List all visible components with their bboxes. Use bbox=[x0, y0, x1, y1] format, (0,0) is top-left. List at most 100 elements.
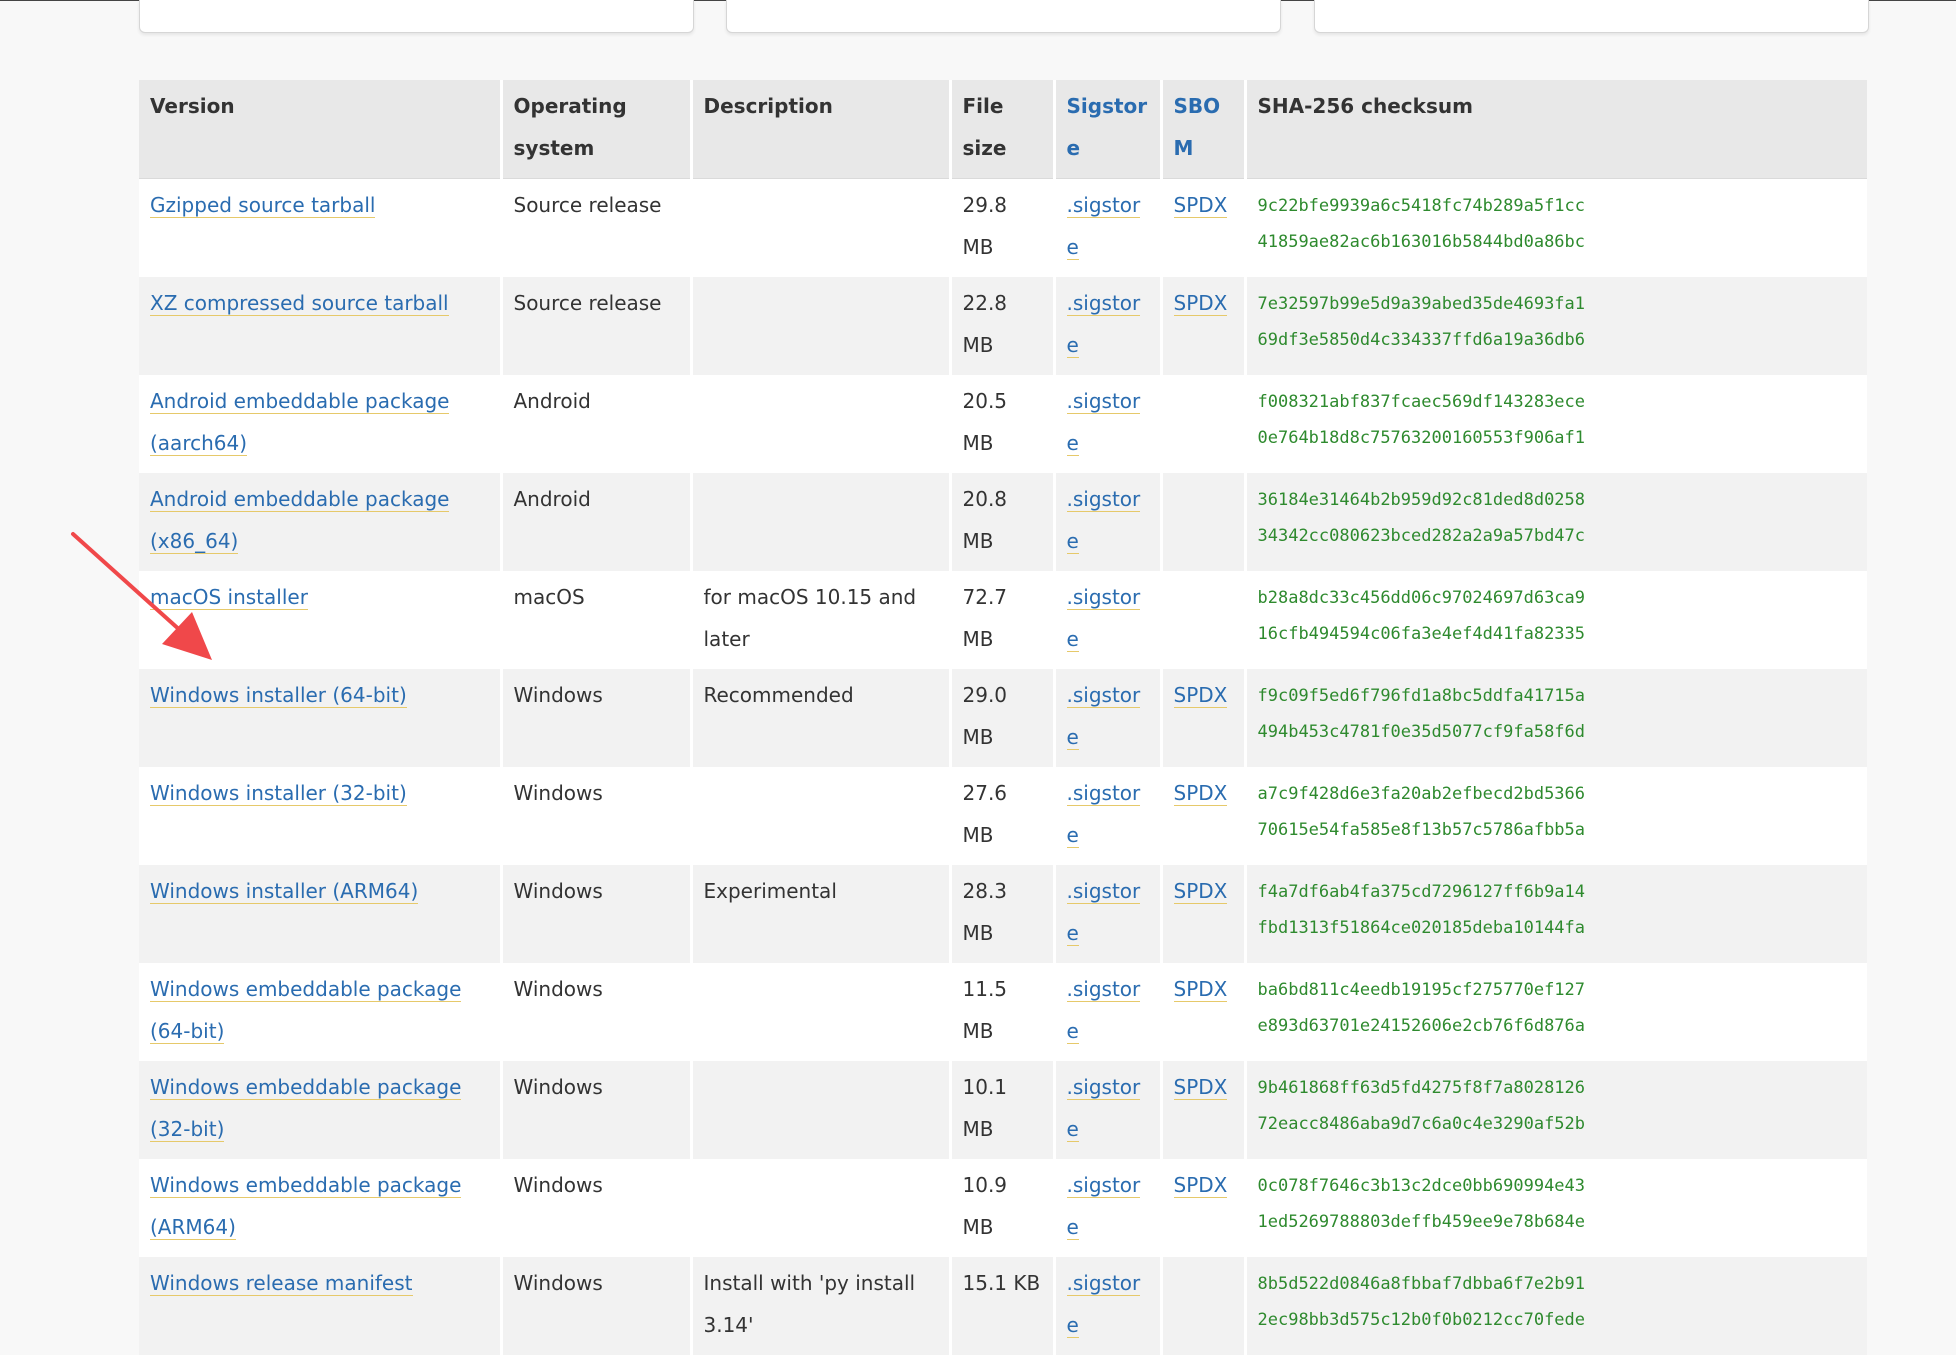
download-link[interactable]: Windows installer (ARM64) bbox=[150, 879, 418, 904]
checksum-line-1: f008321abf837fcaec569df143283ece bbox=[1258, 384, 1857, 420]
file-size-cell: 29.0 MB bbox=[950, 669, 1054, 767]
downloads-table: Version Operating system Description Fil… bbox=[139, 80, 1867, 1355]
os-cell: Windows bbox=[501, 1159, 691, 1257]
sigstore-link[interactable]: .sigstore bbox=[1067, 389, 1141, 456]
annotation-arrow-shaft bbox=[73, 534, 182, 632]
header-sigstore-link[interactable]: Sigstore bbox=[1067, 94, 1148, 160]
table-row: Android embeddable package (aarch64) And… bbox=[139, 375, 1867, 473]
table-header-row: Version Operating system Description Fil… bbox=[139, 80, 1867, 179]
checksum-line-1: ba6bd811c4eedb19195cf275770ef127 bbox=[1258, 972, 1857, 1008]
spdx-link[interactable]: SPDX bbox=[1174, 977, 1228, 1002]
file-size-cell: 11.5 MB bbox=[950, 963, 1054, 1061]
os-cell: Windows bbox=[501, 1257, 691, 1355]
download-link[interactable]: Android embeddable package (aarch64) bbox=[150, 389, 449, 456]
checksum-cell: 8b5d522d0846a8fbbaf7dbba6f7e2b912ec98bb3… bbox=[1245, 1257, 1867, 1355]
spdx-link[interactable]: SPDX bbox=[1174, 291, 1228, 316]
sbom-cell bbox=[1161, 571, 1245, 669]
sbom-cell: SPDX bbox=[1161, 1159, 1245, 1257]
sigstore-cell: .sigstore bbox=[1054, 375, 1161, 473]
download-link[interactable]: Gzipped source tarball bbox=[150, 193, 375, 218]
table-row: Windows installer (64-bit) Windows Recom… bbox=[139, 669, 1867, 767]
sbom-cell: SPDX bbox=[1161, 179, 1245, 278]
sigstore-link[interactable]: .sigstore bbox=[1067, 193, 1141, 260]
sigstore-cell: .sigstore bbox=[1054, 473, 1161, 571]
sigstore-cell: .sigstore bbox=[1054, 669, 1161, 767]
spdx-link[interactable]: SPDX bbox=[1174, 1173, 1228, 1198]
os-cell: Android bbox=[501, 375, 691, 473]
download-link[interactable]: XZ compressed source tarball bbox=[150, 291, 449, 316]
download-link[interactable]: Windows embeddable package (32-bit) bbox=[150, 1075, 461, 1142]
os-cell: Windows bbox=[501, 767, 691, 865]
checksum-line-1: f4a7df6ab4fa375cd7296127ff6b9a14 bbox=[1258, 874, 1857, 910]
sbom-cell bbox=[1161, 1257, 1245, 1355]
sigstore-cell: .sigstore bbox=[1054, 963, 1161, 1061]
sigstore-link[interactable]: .sigstore bbox=[1067, 977, 1141, 1044]
version-cell: Windows embeddable package (32-bit) bbox=[139, 1061, 501, 1159]
sbom-cell: SPDX bbox=[1161, 963, 1245, 1061]
table-row: Android embeddable package (x86_64) Andr… bbox=[139, 473, 1867, 571]
os-cell: Source release bbox=[501, 179, 691, 278]
checksum-cell: f9c09f5ed6f796fd1a8bc5ddfa41715a494b453c… bbox=[1245, 669, 1867, 767]
checksum-line-2: 2ec98bb3d575c12b0f0b0212cc70fede bbox=[1258, 1302, 1857, 1338]
sigstore-link[interactable]: .sigstore bbox=[1067, 1271, 1141, 1338]
table-row: XZ compressed source tarball Source rele… bbox=[139, 277, 1867, 375]
checksum-line-1: 9c22bfe9939a6c5418fc74b289a5f1cc bbox=[1258, 188, 1857, 224]
spdx-link[interactable]: SPDX bbox=[1174, 1075, 1228, 1100]
description-cell bbox=[691, 473, 950, 571]
checksum-line-1: 8b5d522d0846a8fbbaf7dbba6f7e2b91 bbox=[1258, 1266, 1857, 1302]
table-row: Windows embeddable package (64-bit) Wind… bbox=[139, 963, 1867, 1061]
description-cell: Install with 'py install 3.14' bbox=[691, 1257, 950, 1355]
sbom-cell: SPDX bbox=[1161, 669, 1245, 767]
spdx-link[interactable]: SPDX bbox=[1174, 781, 1228, 806]
spdx-link[interactable]: SPDX bbox=[1174, 683, 1228, 708]
checksum-line-1: 36184e31464b2b959d92c81ded8d0258 bbox=[1258, 482, 1857, 518]
download-link[interactable]: Windows release manifest bbox=[150, 1271, 413, 1296]
os-cell: Android bbox=[501, 473, 691, 571]
sigstore-link[interactable]: .sigstore bbox=[1067, 1075, 1141, 1142]
description-cell bbox=[691, 277, 950, 375]
version-cell: Windows release manifest bbox=[139, 1257, 501, 1355]
sigstore-link[interactable]: .sigstore bbox=[1067, 291, 1141, 358]
file-size-cell: 27.6 MB bbox=[950, 767, 1054, 865]
download-link[interactable]: Windows embeddable package (ARM64) bbox=[150, 1173, 461, 1240]
sigstore-link[interactable]: .sigstore bbox=[1067, 487, 1141, 554]
checksum-line-2: 72eacc8486aba9d7c6a0c4e3290af52b bbox=[1258, 1106, 1857, 1142]
description-cell bbox=[691, 1061, 950, 1159]
spdx-link[interactable]: SPDX bbox=[1174, 879, 1228, 904]
file-size-cell: 29.8 MB bbox=[950, 179, 1054, 278]
checksum-line-2: e893d63701e24152606e2cb76f6d876a bbox=[1258, 1008, 1857, 1044]
spdx-link[interactable]: SPDX bbox=[1174, 193, 1228, 218]
sigstore-link[interactable]: .sigstore bbox=[1067, 585, 1141, 652]
annotation-arrow-icon bbox=[70, 530, 220, 670]
version-cell: Gzipped source tarball bbox=[139, 179, 501, 278]
sigstore-link[interactable]: .sigstore bbox=[1067, 1173, 1141, 1240]
download-link[interactable]: Windows embeddable package (64-bit) bbox=[150, 977, 461, 1044]
os-cell: macOS bbox=[501, 571, 691, 669]
download-link[interactable]: Windows installer (32-bit) bbox=[150, 781, 407, 806]
sigstore-link[interactable]: .sigstore bbox=[1067, 683, 1141, 750]
header-operating-system: Operating system bbox=[501, 80, 691, 179]
description-cell bbox=[691, 767, 950, 865]
sigstore-link[interactable]: .sigstore bbox=[1067, 879, 1141, 946]
os-cell: Windows bbox=[501, 963, 691, 1061]
description-cell bbox=[691, 375, 950, 473]
file-size-cell: 20.5 MB bbox=[950, 375, 1054, 473]
checksum-line-1: 0c078f7646c3b13c2dce0bb690994e43 bbox=[1258, 1168, 1857, 1204]
table-row: Windows installer (ARM64) Windows Experi… bbox=[139, 865, 1867, 963]
sigstore-cell: .sigstore bbox=[1054, 1257, 1161, 1355]
table-row: Gzipped source tarball Source release 29… bbox=[139, 179, 1867, 278]
checksum-cell: a7c9f428d6e3fa20ab2efbecd2bd536670615e54… bbox=[1245, 767, 1867, 865]
header-sbom-link[interactable]: SBOM bbox=[1174, 94, 1221, 160]
version-cell: Android embeddable package (aarch64) bbox=[139, 375, 501, 473]
file-size-cell: 10.1 MB bbox=[950, 1061, 1054, 1159]
file-size-cell: 72.7 MB bbox=[950, 571, 1054, 669]
checksum-line-2: 69df3e5850d4c334337ffd6a19a36db6 bbox=[1258, 322, 1857, 358]
checksum-cell: 7e32597b99e5d9a39abed35de4693fa169df3e58… bbox=[1245, 277, 1867, 375]
checksum-line-1: b28a8dc33c456dd06c97024697d63ca9 bbox=[1258, 580, 1857, 616]
sigstore-cell: .sigstore bbox=[1054, 767, 1161, 865]
description-cell bbox=[691, 179, 950, 278]
sigstore-link[interactable]: .sigstore bbox=[1067, 781, 1141, 848]
download-link[interactable]: Windows installer (64-bit) bbox=[150, 683, 407, 708]
sigstore-cell: .sigstore bbox=[1054, 1159, 1161, 1257]
version-cell: Windows installer (ARM64) bbox=[139, 865, 501, 963]
